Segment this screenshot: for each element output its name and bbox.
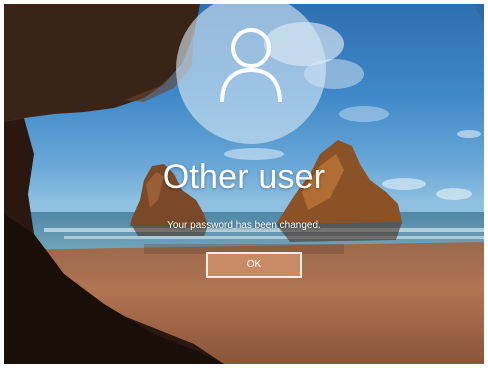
user-avatar-icon — [220, 28, 282, 103]
photo-frame: Other user Your password has been change… — [0, 0, 488, 368]
ok-button[interactable]: OK — [206, 252, 302, 278]
username-label: Other user — [162, 158, 326, 196]
lock-screen: Other user Your password has been change… — [4, 4, 484, 364]
status-message: Your password has been changed. — [167, 220, 321, 231]
